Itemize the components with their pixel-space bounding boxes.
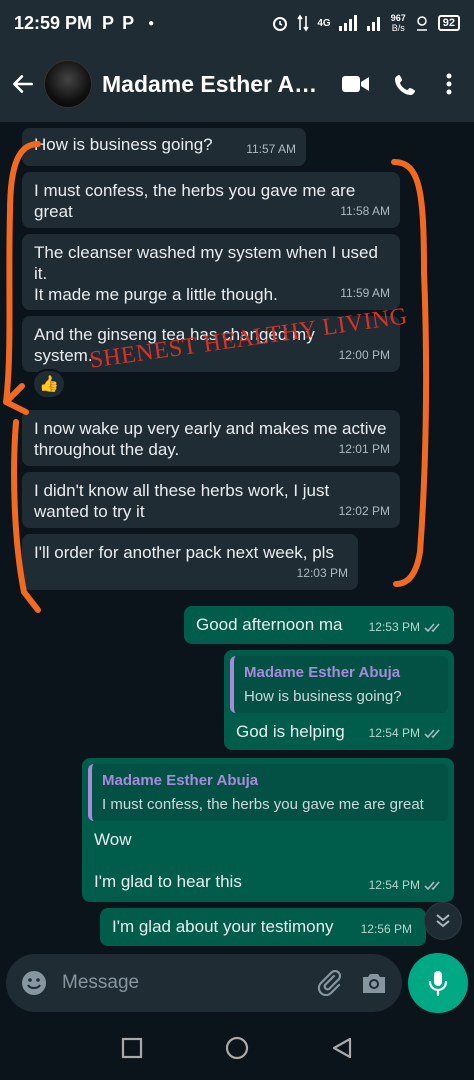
composer-bar: Message [0,950,474,1016]
back-triangle-icon[interactable] [331,1037,353,1059]
home-circle-icon[interactable] [225,1036,249,1060]
quoted-text: How is business going? [244,688,402,705]
message-time: 12:54 PM [369,875,444,896]
message-bubble[interactable]: How is business going? 11:57 AM [22,128,306,166]
message-bubble[interactable]: The cleanser washed my system when I use… [22,234,400,310]
message-time: 12:54 PM [369,723,444,744]
double-chevron-down-icon [436,914,450,928]
message-time: 12:03 PM [296,566,348,580]
more-options-button[interactable] [434,73,464,95]
quoted-message[interactable]: Madame Esther Abuja I must confess, the … [88,764,448,821]
message-time: 12:56 PM [360,922,412,936]
reaction-badge[interactable]: 👍 [32,369,66,399]
message-bubble[interactable]: I'll order for another pack next week, p… [22,534,358,590]
chat-area[interactable]: How is business going? 11:57 AM I must c… [0,122,474,950]
attach-button[interactable] [316,970,342,996]
video-call-icon [342,76,369,92]
message-time: 12:01 PM [338,442,390,456]
notification-icon: P [122,12,135,33]
message-bubble[interactable]: I'm glad about your testimony 12:56 PM [100,908,426,946]
status-bar: 12:59 PM P P ● 4G 967 B/s 92 [0,0,474,46]
quoted-message[interactable]: Madame Esther Abuja How is business goin… [230,656,448,713]
data-transfer-icon [297,14,310,32]
message-bubble[interactable]: Good afternoon ma 12:53 PM [184,606,454,644]
signal-icon [338,15,357,31]
message-time: 11:58 AM [340,204,390,218]
message-text: I didn't know all these herbs work, I ju… [34,481,330,521]
message-time: 11:59 AM [340,286,390,300]
message-text: I now wake up very early and makes me ac… [34,419,387,459]
read-receipt-icon [424,622,440,632]
message-time: 12:53 PM [369,617,444,638]
camera-icon [363,974,385,993]
quoted-sender: Madame Esther Abuja [244,664,401,681]
status-time: 12:59 PM [14,12,93,33]
emoji-icon[interactable] [20,969,48,997]
system-nav-bar [0,1016,474,1080]
message-text: I must confess, the herbs you gave me ar… [34,181,356,221]
read-receipt-icon [424,880,440,890]
signal-icon-2 [366,17,380,31]
voice-call-icon [395,75,415,95]
read-receipt-icon [424,728,440,738]
mic-icon [428,971,448,997]
contact-avatar[interactable] [44,60,92,108]
message-text: The cleanser washed my system when I use… [34,243,378,304]
message-time: 12:02 PM [338,504,390,518]
more-options-icon [446,73,452,95]
more-notifications-icon: ● [148,17,155,29]
network-speed: 967 B/s [390,13,406,33]
message-bubble[interactable]: I didn't know all these herbs work, I ju… [22,472,400,528]
battery-level: 92 [437,15,460,31]
voice-call-button[interactable] [384,72,428,96]
message-input[interactable]: Message [62,972,298,994]
network-type: 4G [317,17,331,29]
back-arrow-icon[interactable] [10,71,36,97]
camera-button[interactable] [360,971,388,995]
quoted-sender: Madame Esther Abuja [102,772,259,789]
attach-icon [317,970,342,996]
quoted-text: I must confess, the herbs you gave me ar… [102,796,424,813]
message-text: I'll order for another pack next week, p… [34,543,334,562]
message-bubble[interactable]: Madame Esther Abuja I must confess, the … [82,758,454,902]
chat-header: Madame Esther Abuja [0,46,474,122]
message-bubble[interactable]: Madame Esther Abuja How is business goin… [224,650,454,750]
scroll-to-bottom-button[interactable] [424,902,462,940]
message-input-field[interactable]: Message [6,954,402,1012]
message-bubble[interactable]: I now wake up very early and makes me ac… [22,410,400,466]
message-time: 11:57 AM [246,142,296,156]
alarm-icon [273,17,288,31]
video-call-button[interactable] [334,74,378,94]
recents-square-icon[interactable] [121,1037,143,1059]
notification-icon: P [102,12,115,33]
contact-name[interactable]: Madame Esther Abuja [102,71,328,98]
data-saver-icon [416,16,427,31]
voice-message-button[interactable] [408,953,468,1013]
message-time: 12:00 PM [338,348,390,362]
message-bubble[interactable]: I must confess, the herbs you gave me ar… [22,172,400,228]
